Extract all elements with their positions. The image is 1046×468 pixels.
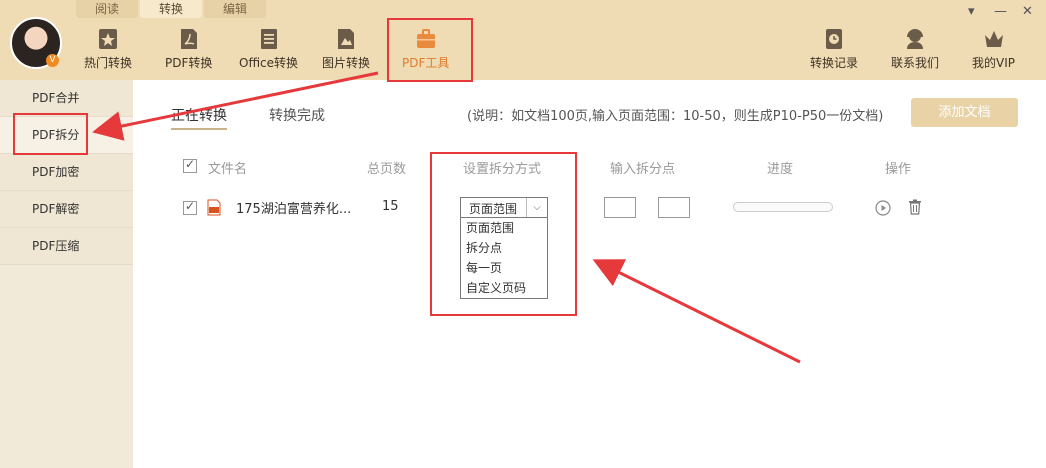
vip-badge: V (46, 54, 59, 67)
image-icon (338, 29, 354, 49)
toolbar-image-convert-button[interactable]: 图片转换 (322, 27, 370, 71)
column-progress: 进度 (767, 162, 794, 177)
checkmark-icon: ✓ (185, 199, 196, 213)
option-every-page[interactable]: 每一页 (461, 258, 547, 278)
crown-icon (984, 31, 1003, 47)
document-icon (260, 29, 277, 49)
minimize-icon[interactable]: — (994, 4, 1007, 19)
split-start-input[interactable] (604, 197, 636, 218)
pdf-icon (180, 29, 197, 49)
menu-dropdown-icon[interactable]: ▾ (968, 4, 975, 19)
toolbar-pdf-convert-button[interactable]: PDF转换 (165, 27, 212, 71)
tab-convert[interactable]: 转换 (140, 0, 202, 18)
toolbar-hot-convert-button[interactable]: 热门转换 (84, 27, 132, 71)
toolbar-label: 图片转换 (322, 56, 371, 70)
column-filename: 文件名 (208, 162, 248, 177)
toolbar-label: 我的VIP (972, 56, 1015, 70)
toolbar-label: 热门转换 (84, 56, 133, 70)
toolbar-pdf-tools-button[interactable]: PDF工具 (402, 27, 449, 71)
toolbar-office-convert-button[interactable]: Office转换 (239, 27, 298, 71)
clock-icon (826, 29, 842, 49)
split-mode-dropdown: 页面范围 拆分点 每一页 自定义页码 (460, 217, 548, 299)
sidebar-item-merge[interactable]: PDF合并 (0, 80, 133, 117)
tab-completed[interactable]: 转换完成 (269, 105, 325, 125)
pdf-file-icon (207, 199, 221, 216)
sidebar-item-split[interactable]: PDF拆分 (0, 117, 133, 154)
sidebar-item-decrypt[interactable]: PDF解密 (0, 191, 133, 228)
option-page-range[interactable]: 页面范围 (461, 218, 547, 238)
file-name: 175湖泊富营养化... (236, 202, 352, 217)
toolbar-contact-button[interactable]: 联系我们 (891, 27, 939, 71)
file-row-checkbox[interactable]: ✓ (183, 199, 197, 215)
toolbar-label: 转换记录 (810, 56, 859, 70)
option-custom-pages[interactable]: 自定义页码 (461, 278, 547, 298)
close-icon[interactable]: ✕ (1022, 4, 1033, 19)
column-split-points: 输入拆分点 (610, 162, 676, 177)
main-panel: 正在转换 转换完成 (说明：如文档100页,输入页面范围：10-50，则生成P1… (133, 80, 1046, 468)
add-document-button[interactable]: 添加文档 (911, 98, 1018, 127)
sidebar: PDF合并 PDF拆分 PDF加密 PDF解密 PDF压缩 (0, 80, 133, 468)
column-split-mode: 设置拆分方式 (463, 162, 542, 177)
option-split-point[interactable]: 拆分点 (461, 238, 547, 258)
checkmark-icon: ✓ (185, 157, 196, 171)
chevron-down-icon[interactable]: ⌵ (526, 198, 547, 217)
tab-edit[interactable]: 编辑 (204, 0, 266, 18)
progress-bar (733, 202, 833, 212)
toolbar-label: PDF转换 (165, 56, 213, 70)
column-actions: 操作 (885, 162, 912, 177)
mode-tabs: 阅读 转换 编辑 (76, 0, 268, 18)
sidebar-item-compress[interactable]: PDF压缩 (0, 228, 133, 265)
toolbar-vip-button[interactable]: 我的VIP (972, 27, 1015, 71)
headset-icon (907, 29, 923, 49)
toolbar-label: 联系我们 (891, 56, 940, 70)
split-mode-value: 页面范围 (469, 202, 518, 216)
tab-read[interactable]: 阅读 (76, 0, 138, 18)
split-end-input[interactable] (658, 197, 690, 218)
file-page-count: 15 (382, 199, 399, 214)
play-icon[interactable] (875, 200, 891, 216)
split-mode-select[interactable]: 页面范围 ⌵ (460, 197, 548, 218)
split-instructions: (说明：如文档100页,输入页面范围：10-50，则生成P10-P50一份文档) (467, 109, 884, 124)
toolbar-label: Office转换 (239, 56, 299, 70)
column-total-pages: 总页数 (367, 162, 407, 177)
toolbox-icon (416, 29, 435, 48)
toolbar-history-button[interactable]: 转换记录 (810, 27, 858, 71)
trash-icon[interactable] (908, 199, 922, 215)
tab-converting[interactable]: 正在转换 (171, 105, 227, 130)
header-bar: 阅读 转换 编辑 V 热门转换 PDF转换 Office转换 图片转换 PDF工… (0, 0, 1046, 80)
sidebar-item-encrypt[interactable]: PDF加密 (0, 154, 133, 191)
star-icon (99, 29, 117, 49)
select-all-checkbox[interactable]: ✓ (183, 157, 197, 173)
toolbar-label: PDF工具 (402, 56, 450, 70)
